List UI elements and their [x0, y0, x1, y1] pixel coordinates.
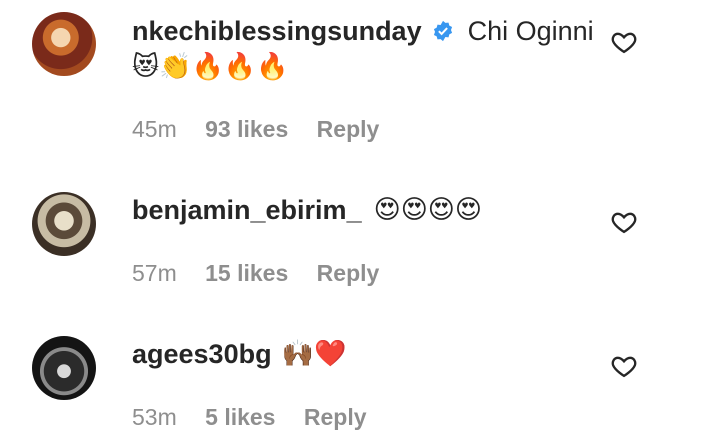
- avatar[interactable]: [32, 336, 96, 400]
- comment-header: agees30bg 🙌🏾❤️: [132, 337, 346, 371]
- comment-item: agees30bg 🙌🏾❤️ 53m 5 likes Reply: [0, 324, 717, 446]
- comment-emojis: 😻👏🔥🔥🔥: [132, 52, 289, 82]
- comment-header: nkechiblessingsunday Chi Oginni: [132, 14, 594, 48]
- like-heart-icon[interactable]: [610, 208, 638, 236]
- comment-emojis: 🙌🏾❤️: [281, 339, 347, 369]
- reply-button[interactable]: Reply: [317, 116, 380, 142]
- comment-header: benjamin_ebirim_ 😍😍😍😍: [132, 193, 482, 227]
- like-heart-icon[interactable]: [610, 352, 638, 380]
- comment-item: nkechiblessingsunday Chi Oginni 😻👏🔥🔥🔥 45…: [0, 0, 717, 150]
- reply-button[interactable]: Reply: [317, 260, 380, 286]
- username[interactable]: agees30bg: [132, 339, 272, 370]
- avatar[interactable]: [32, 12, 96, 76]
- likes-count[interactable]: 15 likes: [205, 260, 288, 286]
- reply-button[interactable]: Reply: [304, 404, 367, 430]
- username[interactable]: benjamin_ebirim_: [132, 195, 362, 226]
- comment-item: benjamin_ebirim_ 😍😍😍😍 57m 15 likes Reply: [0, 180, 717, 300]
- like-heart-icon[interactable]: [610, 28, 638, 56]
- comment-meta: 57m 15 likes Reply: [132, 260, 401, 287]
- comment-time: 57m: [132, 260, 177, 286]
- likes-count[interactable]: 5 likes: [205, 404, 275, 430]
- comment-time: 45m: [132, 116, 177, 142]
- comment-text: Chi Oginni: [467, 15, 594, 46]
- username[interactable]: nkechiblessingsunday: [132, 16, 422, 47]
- comment-emojis: 😍😍😍😍: [373, 195, 483, 225]
- comment-time: 53m: [132, 404, 177, 430]
- avatar[interactable]: [32, 192, 96, 256]
- verified-badge-icon: [433, 20, 452, 42]
- likes-count[interactable]: 93 likes: [205, 116, 288, 142]
- comment-meta: 53m 5 likes Reply: [132, 404, 389, 431]
- comment-meta: 45m 93 likes Reply: [132, 116, 401, 143]
